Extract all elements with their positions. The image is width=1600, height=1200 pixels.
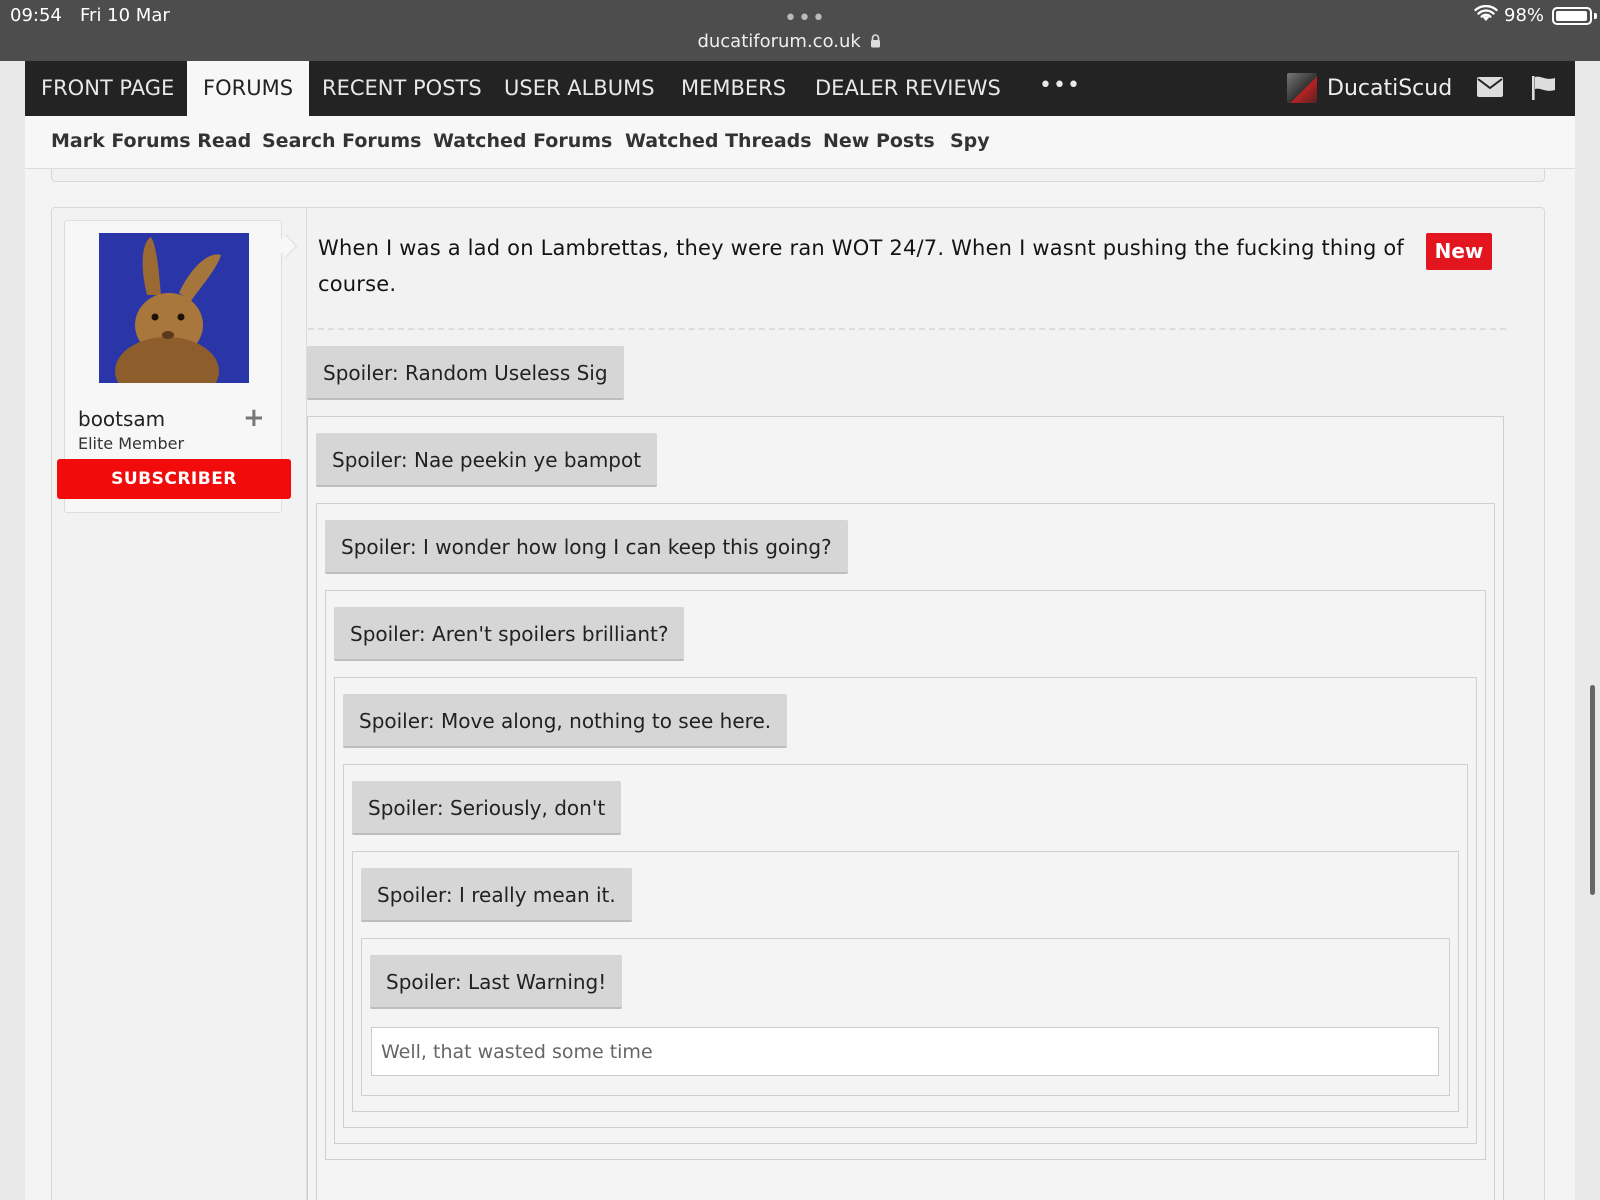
forum-sub-navigation: Mark Forums Read Search Forums Watched F… — [25, 116, 1575, 169]
post-message: When I was a lad on Lambrettas, they wer… — [318, 236, 1405, 296]
page-scrollbar[interactable] — [1590, 685, 1595, 895]
tab-user-albums[interactable]: USER ALBUMS — [488, 61, 671, 116]
spoiler-button-1[interactable]: Spoiler: Random Useless Sig — [307, 346, 624, 400]
status-bar: 09:54 Fri 10 Mar ••• ducatiforum.co.uk 9… — [0, 0, 1600, 61]
watched-threads-link[interactable]: Watched Threads — [625, 116, 812, 166]
spy-link[interactable]: Spy — [950, 116, 990, 166]
battery-icon — [1552, 7, 1592, 25]
spoiler-button-2[interactable]: Spoiler: Nae peekin ye bampot — [316, 433, 658, 487]
address-bar[interactable]: ducatiforum.co.uk — [0, 31, 1578, 52]
tab-front-page[interactable]: FRONT PAGE — [25, 61, 190, 116]
previous-post-edge — [51, 169, 1545, 182]
battery-tip — [1594, 13, 1597, 19]
spoiler-button-7[interactable]: Spoiler: I really mean it. — [361, 868, 632, 922]
post-author-panel: bootsam + Elite Member SUBSCRIBER — [57, 220, 291, 513]
main-navigation: FRONT PAGE FORUMS RECENT POSTS USER ALBU… — [25, 61, 1575, 116]
signature-separator — [308, 328, 1506, 330]
subscriber-banner: SUBSCRIBER — [57, 459, 291, 499]
user-avatar[interactable] — [1287, 73, 1317, 103]
battery-percent: 98% — [1504, 5, 1545, 26]
tab-dealer-reviews[interactable]: DEALER REVIEWS — [799, 61, 1017, 116]
tab-forums[interactable]: FORUMS — [187, 61, 310, 116]
author-username[interactable]: bootsam — [78, 407, 165, 431]
spoiler-button-8[interactable]: Spoiler: Last Warning! — [370, 955, 623, 1009]
spoiler-button-4[interactable]: Spoiler: Aren't spoilers brilliant? — [334, 607, 685, 661]
status-time: 09:54 — [10, 5, 62, 26]
lock-icon — [870, 34, 880, 48]
author-avatar[interactable] — [99, 233, 249, 383]
mail-icon[interactable] — [1477, 77, 1503, 97]
battery-level — [1556, 11, 1587, 21]
wifi-icon — [1474, 5, 1498, 21]
watched-forums-link[interactable]: Watched Forums — [433, 116, 612, 166]
author-title: Elite Member — [78, 434, 185, 453]
search-forums-link[interactable]: Search Forums — [262, 116, 421, 166]
spoiler-button-5[interactable]: Spoiler: Move along, nothing to see here… — [343, 694, 788, 748]
rabbit-avatar-image — [99, 233, 249, 383]
current-username[interactable]: DucatiScud — [1327, 61, 1452, 116]
new-post-badge: New — [1426, 233, 1492, 270]
spoiler-button-3[interactable]: Spoiler: I wonder how long I can keep th… — [325, 520, 848, 574]
tab-members[interactable]: MEMBERS — [665, 61, 802, 116]
final-spoiler-text: Well, that wasted some time — [371, 1027, 1439, 1076]
new-posts-link[interactable]: New Posts — [823, 116, 935, 166]
url-text: ducatiforum.co.uk — [697, 31, 861, 52]
tab-recent-posts[interactable]: RECENT POSTS — [306, 61, 498, 116]
flag-icon[interactable] — [1531, 75, 1557, 101]
more-menu-icon[interactable]: ••• — [1039, 61, 1081, 111]
mark-forums-read-link[interactable]: Mark Forums Read — [51, 116, 251, 166]
browser-menu-dots-icon[interactable]: ••• — [784, 8, 826, 30]
spoiler-button-6[interactable]: Spoiler: Seriously, don't — [352, 781, 622, 835]
status-date: Fri 10 Mar — [80, 5, 170, 26]
follow-plus-icon[interactable]: + — [243, 403, 265, 433]
